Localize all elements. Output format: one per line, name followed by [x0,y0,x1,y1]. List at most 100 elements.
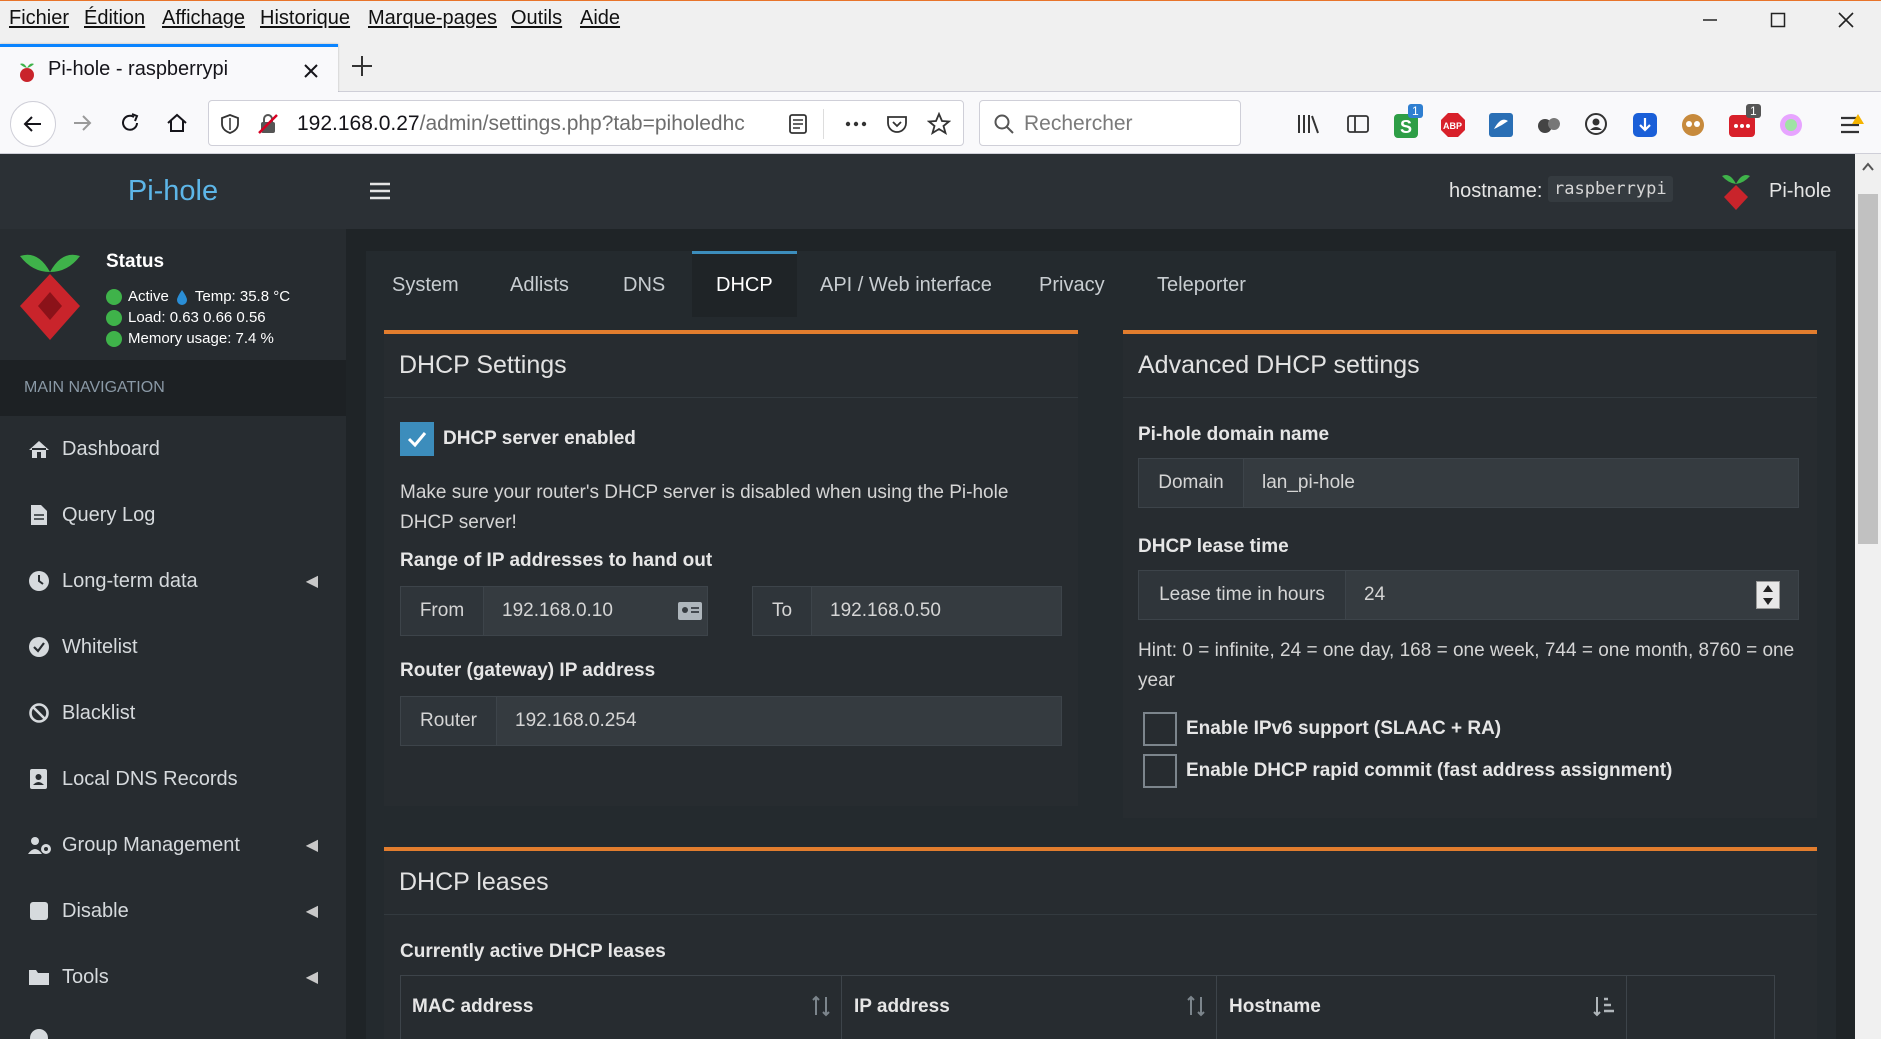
menu-edition[interactable]: Édition [84,7,145,30]
menu-marque-pages[interactable]: Marque-pages [368,7,497,30]
domain-value: lan_pi-hole [1262,472,1355,493]
chevron-left-icon: ◀ [305,837,318,854]
tab-api-web-interface[interactable]: API / Web interface [820,252,992,318]
file-icon [27,503,51,527]
range-to-input[interactable]: 192.168.0.50 [811,586,1062,636]
user-menu-label[interactable]: Pi-hole [1769,180,1831,203]
account-icon[interactable] [1584,112,1608,136]
domain-input[interactable]: lan_pi-hole [1243,458,1799,508]
column-label: MAC address [412,996,534,1017]
menu-outils[interactable]: Outils [511,7,562,30]
reload-button[interactable] [110,103,150,143]
bookmark-star-icon[interactable] [927,112,951,136]
download-extension-icon[interactable] [1632,112,1658,138]
nav-item-label: Dashboard [62,437,160,460]
app-menu-icon[interactable] [1838,112,1864,138]
maximize-icon [1770,12,1786,28]
notifications-extension-button[interactable]: 1 [1728,104,1761,138]
column-hostname[interactable]: Hostname [1217,975,1627,1039]
temperature-icon [176,289,187,305]
range-from-input[interactable]: 192.168.0.10 [483,586,708,636]
lease-time-input[interactable]: 24 [1345,570,1799,620]
ipv6-checkbox[interactable] [1143,712,1177,746]
nav-item-label: Group Management [62,833,240,856]
arrow-left-icon [23,116,41,132]
browser-tab[interactable]: Pi-hole - raspberrypi [0,44,338,92]
settings-icon[interactable] [27,1026,51,1039]
contact-card-icon[interactable] [677,600,703,622]
scroll-up-icon[interactable] [1861,160,1875,174]
search-input[interactable]: Rechercher [979,100,1241,146]
stylus-icon[interactable] [1488,112,1514,138]
nav-item-label: Long-term data [62,569,198,592]
column-mac-address[interactable]: MAC address [400,975,842,1039]
status-load: Load: 0.63 0.66 0.56 [128,309,266,326]
menu-affichage[interactable]: Affichage [162,7,245,30]
tab-dhcp[interactable]: DHCP [692,251,797,317]
pihole-user-icon[interactable] [1720,170,1752,212]
users-cog-icon [27,833,51,857]
rapid-commit-label[interactable]: Enable DHCP rapid commit (fast address a… [1186,760,1672,782]
home-icon [167,113,187,132]
domain-addon: Domain [1138,458,1244,508]
clock-icon [27,569,51,593]
more-actions-icon[interactable] [843,113,869,135]
tab-dns[interactable]: DNS [623,252,665,318]
nav-item-dashboard[interactable]: Dashboard [0,416,346,482]
back-button[interactable] [10,101,56,147]
tab-teleporter[interactable]: Teleporter [1157,252,1246,318]
sync-extension-button[interactable]: S 1 [1392,104,1423,138]
reader-view-icon[interactable] [787,113,809,135]
pocket-icon[interactable] [885,113,909,135]
tab-adlists[interactable]: Adlists [510,252,569,318]
url-text[interactable]: 192.168.0.27/admin/settings.php?tab=piho… [297,112,777,136]
ipv6-label[interactable]: Enable IPv6 support (SLAAC + RA) [1186,718,1501,740]
rapid-commit-checkbox[interactable] [1143,754,1177,788]
scroll-thumb[interactable] [1858,194,1878,544]
insecure-lock-icon[interactable] [257,113,279,135]
address-bar[interactable]: 192.168.0.27/admin/settings.php?tab=piho… [208,100,964,146]
nav-item-group-management[interactable]: Group Management ◀ [0,812,346,878]
home-icon [27,437,51,461]
page-scrollbar[interactable] [1855,154,1881,1039]
color-picker-icon[interactable] [1778,112,1804,138]
library-icon[interactable] [1296,112,1322,136]
router-ip-input[interactable]: 192.168.0.254 [496,696,1062,746]
nav-item-label: Whitelist [62,635,138,658]
home-button[interactable] [157,103,197,143]
sidebar-toggle-icon[interactable] [1346,112,1370,136]
tab-system[interactable]: System [392,252,459,318]
number-spinner[interactable] [1756,581,1780,609]
dhcp-enabled-checkbox[interactable] [400,422,434,456]
minimize-button[interactable] [1676,0,1744,40]
menu-fichier[interactable]: Fichier [9,7,69,30]
menu-aide[interactable]: Aide [580,7,620,30]
dhcp-enabled-label[interactable]: DHCP server enabled [443,428,636,450]
shield-icon[interactable] [219,113,241,135]
active-status-icon [106,288,122,305]
nav-item-query-log[interactable]: Query Log [0,482,346,548]
svg-text:S: S [1400,117,1412,137]
new-tab-icon[interactable] [350,54,374,78]
forward-button[interactable] [62,103,102,143]
close-tab-icon[interactable] [302,62,320,80]
privacy-badger-icon[interactable] [1536,112,1562,138]
column-ip-address[interactable]: IP address [842,975,1217,1039]
nav-item-tools[interactable]: Tools ◀ [0,944,346,1010]
brand-logo-text[interactable]: Pi-hole [128,175,218,208]
sidebar-toggle-icon[interactable] [366,176,396,206]
nav-item-blacklist[interactable]: Blacklist [0,680,346,746]
menu-historique[interactable]: Historique [260,7,350,30]
mask-extension-icon[interactable] [1680,112,1706,138]
tab-privacy[interactable]: Privacy [1039,252,1105,318]
hostname-value: raspberrypi [1548,176,1673,202]
nav-item-disable[interactable]: Disable ◀ [0,878,346,944]
close-window-button[interactable] [1812,0,1880,40]
domain-label: Pi-hole domain name [1138,424,1330,445]
nav-item-whitelist[interactable]: Whitelist [0,614,346,680]
nav-item-long-term-data[interactable]: Long-term data ◀ [0,548,346,614]
router-ip-value: 192.168.0.254 [515,710,637,731]
nav-item-local-dns-records[interactable]: Local DNS Records [0,746,346,812]
maximize-button[interactable] [1744,0,1812,40]
adblock-plus-icon[interactable]: ABP [1440,112,1466,138]
